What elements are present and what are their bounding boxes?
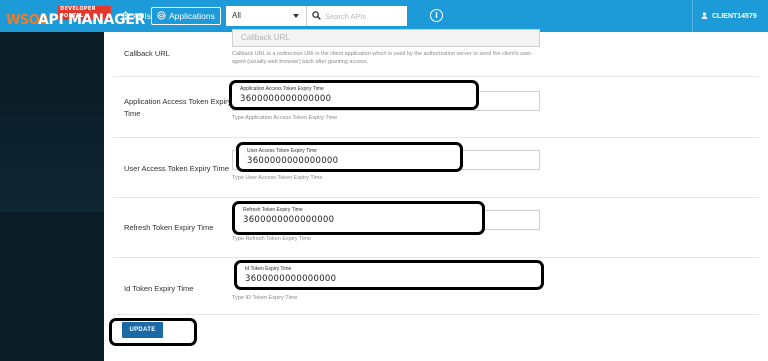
divider bbox=[113, 257, 759, 258]
nav-apis-label: APIs bbox=[133, 11, 151, 21]
refresh-token-input[interactable]: Refresh Token Expiry Time 36000000000000… bbox=[232, 201, 485, 235]
id-token-field-label: Id Token Expiry Time bbox=[245, 266, 292, 272]
callback-url-field[interactable]: Callback URL bbox=[232, 29, 540, 47]
search-input[interactable]: Search APIs bbox=[307, 6, 407, 26]
id-token-value: 3600000000000000 bbox=[245, 274, 337, 284]
search-filter-select[interactable]: All bbox=[226, 6, 307, 26]
search-placeholder: Search APIs bbox=[325, 11, 367, 21]
user-token-helper: Type User Access Token Expiry Time bbox=[232, 175, 323, 181]
refresh-token-label: Refresh Token Expiry Time bbox=[124, 223, 214, 232]
logo[interactable]: WSO2 DEVELOPER PORTAL API MANAGER bbox=[6, 4, 145, 28]
top-bar: WSO2 DEVELOPER PORTAL API MANAGER APIs A… bbox=[0, 0, 768, 32]
nav-applications-label: Applications bbox=[169, 11, 215, 21]
divider bbox=[113, 137, 759, 138]
search-filter-value: All bbox=[232, 11, 241, 20]
app-token-label-line1: Application Access Token Expiry bbox=[124, 97, 232, 106]
app-token-value: 3600000000000000 bbox=[240, 94, 332, 104]
divider bbox=[113, 197, 759, 198]
update-button[interactable]: UPDATE bbox=[122, 322, 163, 338]
app-token-label-line2: Time bbox=[124, 109, 141, 118]
divider bbox=[113, 314, 759, 315]
info-icon[interactable]: i bbox=[430, 9, 443, 22]
app-token-input[interactable]: Application Access Token Expiry Time 360… bbox=[229, 80, 479, 110]
user-token-input[interactable]: User Access Token Expiry Time 3600000000… bbox=[236, 142, 463, 172]
app-token-field-label: Application Access Token Expiry Time bbox=[240, 86, 324, 92]
user-token-label: User Access Token Expiry Time bbox=[124, 164, 229, 173]
sidebar-shade bbox=[0, 92, 104, 212]
nav-applications-tab[interactable]: Applications bbox=[151, 7, 221, 25]
divider bbox=[113, 76, 759, 77]
callback-url-helper: Callback URL is a redirection URI in the… bbox=[232, 51, 533, 65]
callback-url-label: Callback URL bbox=[124, 49, 170, 58]
id-token-input[interactable]: Id Token Expiry Time 3600000000000000 bbox=[234, 260, 544, 290]
search-icon bbox=[312, 7, 321, 25]
user-menu[interactable]: CLIENT14579 bbox=[692, 0, 768, 32]
refresh-token-value: 3600000000000000 bbox=[243, 215, 335, 225]
refresh-token-helper: Type Refresh Token Expiry Time bbox=[232, 236, 312, 242]
id-token-helper: Type ID Token Expiry Time bbox=[232, 295, 298, 301]
user-icon bbox=[701, 11, 708, 21]
application-form: Callback URL Callback URL Callback URL i… bbox=[104, 29, 768, 361]
caret-down-icon bbox=[293, 14, 299, 18]
user-token-value: 3600000000000000 bbox=[247, 156, 339, 166]
gear-icon bbox=[121, 10, 130, 22]
app-token-helper: Type Application Access Token Expiry Tim… bbox=[232, 115, 338, 121]
sidebar bbox=[0, 32, 104, 361]
user-token-field-label: User Access Token Expiry Time bbox=[247, 148, 317, 154]
nav-apis-link[interactable]: APIs bbox=[121, 9, 151, 23]
applications-icon bbox=[157, 10, 166, 22]
callback-url-placeholder: Callback URL bbox=[241, 33, 290, 42]
user-name: CLIENT14579 bbox=[712, 12, 757, 20]
refresh-token-field-label: Refresh Token Expiry Time bbox=[243, 207, 303, 213]
app-token-label: Application Access Token Expiry Time bbox=[124, 96, 231, 120]
id-token-label: Id Token Expiry Time bbox=[124, 284, 194, 293]
